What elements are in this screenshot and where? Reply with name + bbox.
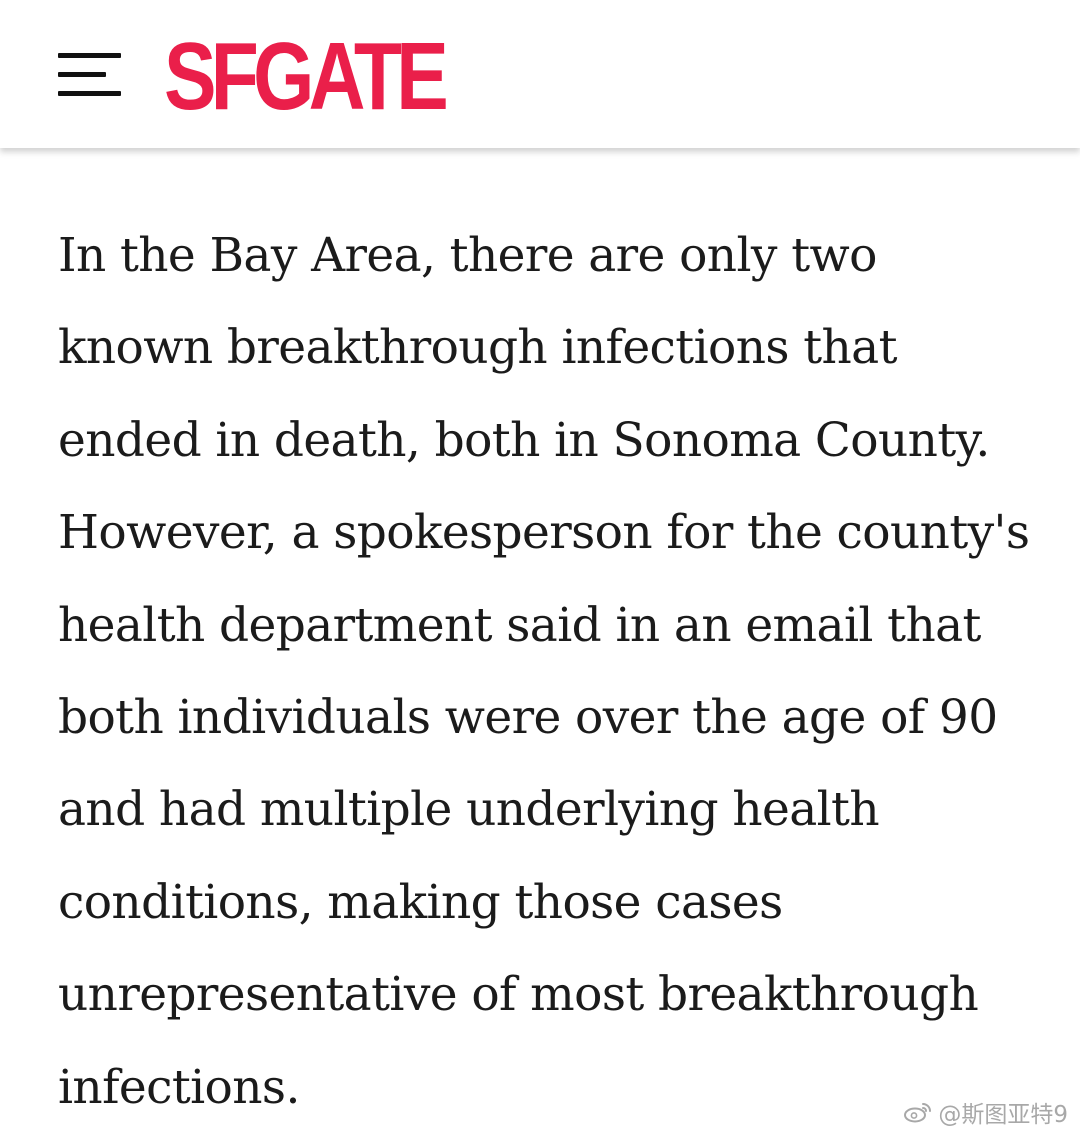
menu-bar-middle bbox=[58, 72, 106, 77]
watermark-text: @斯图亚特9 bbox=[938, 1102, 1068, 1128]
watermark: @斯图亚特9 bbox=[904, 1095, 1068, 1129]
logo-text: SFGATE bbox=[164, 23, 449, 130]
article-paragraph: In the Bay Area, there are only two know… bbox=[58, 228, 1030, 1115]
menu-bar-bottom bbox=[58, 91, 121, 96]
site-header: SFGATE bbox=[0, 0, 1080, 148]
sfgate-logo[interactable]: SFGATE bbox=[164, 22, 504, 132]
menu-bar-top bbox=[58, 53, 121, 58]
hamburger-menu-icon[interactable] bbox=[58, 53, 121, 97]
weibo-icon bbox=[904, 1103, 932, 1123]
